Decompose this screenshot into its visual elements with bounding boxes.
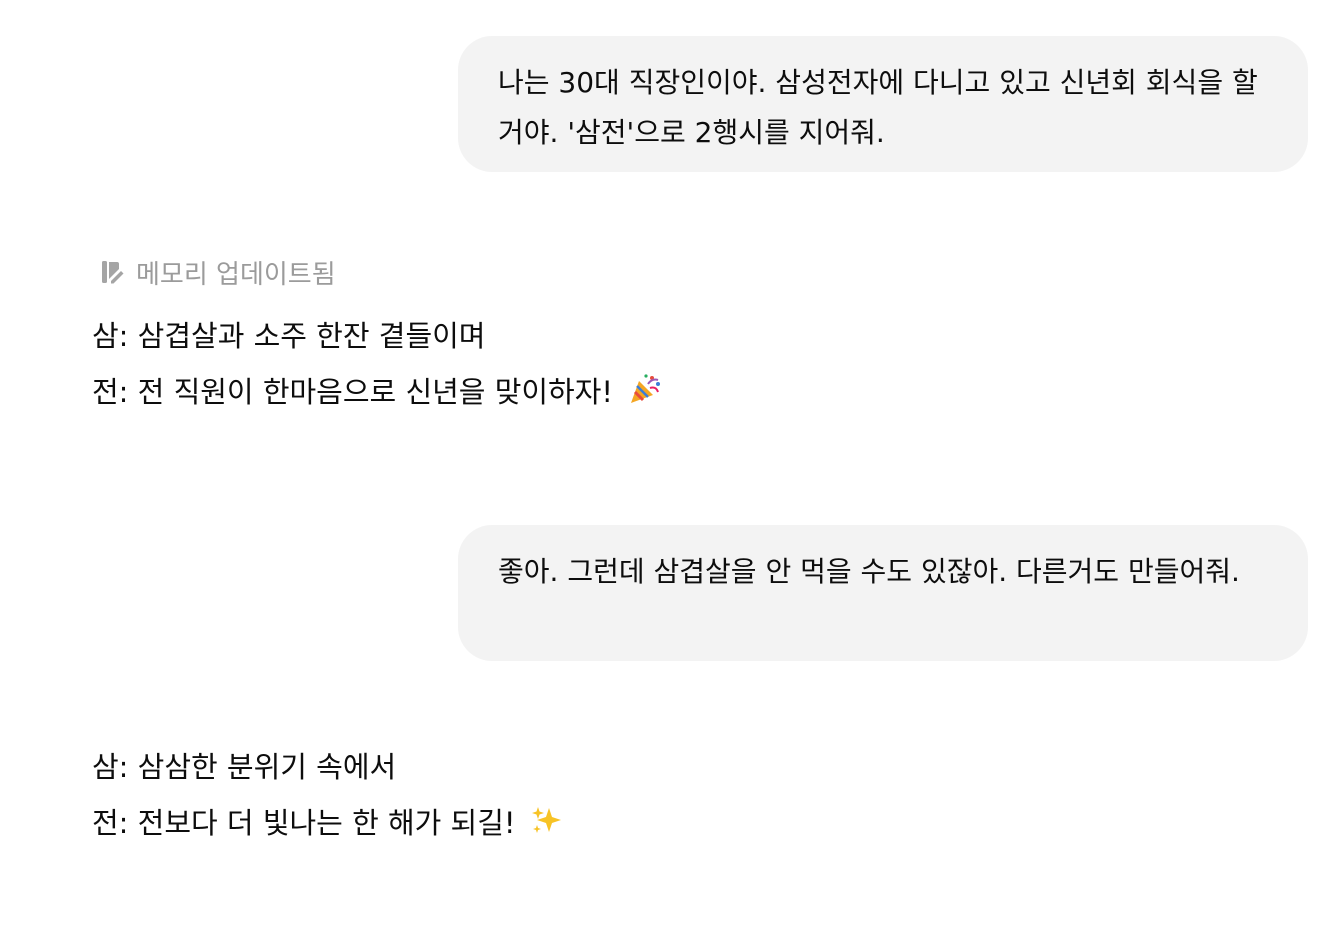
assistant-poem-line: 전: 전보다 더 빛나는 한 해가 되길!: [92, 803, 563, 846]
poem-line-text: 전: 전보다 더 빛나는 한 해가 되길!: [92, 806, 516, 840]
poem-line-text: 삼: 삼삼한 분위기 속에서: [92, 750, 397, 784]
user-message-bubble: 나는 30대 직장인이야. 삼성전자에 다니고 있고 신년회 회식을 할거야. …: [458, 36, 1308, 172]
poem-line-text: 삼: 삼겹살과 소주 한잔 곁들이며: [92, 319, 486, 353]
assistant-poem-line: 삼: 삼삼한 분위기 속에서: [92, 747, 396, 787]
user-message-text: 좋아. 그런데 삼겹살을 안 먹을 수도 있잖아. 다른거도 만들어줘.: [498, 555, 1240, 588]
assistant-poem-line: 삼: 삼겹살과 소주 한잔 곁들이며: [92, 316, 485, 356]
assistant-poem-line: 전: 전 직원이 한마음으로 신년을 맞이하자!: [92, 372, 662, 416]
user-message-bubble: 좋아. 그런데 삼겹살을 안 먹을 수도 있잖아. 다른거도 만들어줘.: [458, 525, 1308, 661]
poem-line-text: 전: 전 직원이 한마음으로 신년을 맞이하자!: [92, 375, 614, 409]
user-message-text: 나는 30대 직장인이야. 삼성전자에 다니고 있고 신년회 회식을 할거야. …: [498, 66, 1258, 149]
memory-updated-indicator[interactable]: 메모리 업데이트됨: [100, 252, 336, 292]
sparkles-icon: [531, 804, 563, 846]
memory-edit-icon: [100, 259, 124, 285]
party-popper-icon: [628, 372, 662, 416]
memory-updated-label: 메모리 업데이트됨: [136, 259, 336, 290]
